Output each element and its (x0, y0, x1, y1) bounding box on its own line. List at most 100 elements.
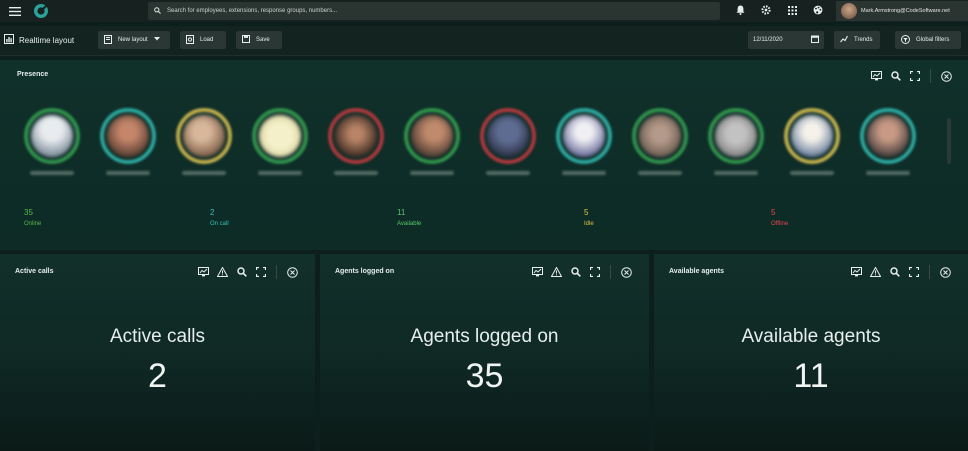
app-logo-icon[interactable] (30, 2, 52, 20)
agent-avatar[interactable] (402, 108, 462, 183)
agent-avatar[interactable] (250, 108, 310, 183)
top-bar: Search for employees, extensions, respon… (0, 0, 968, 22)
stat-label: Idle (584, 221, 594, 227)
stat-offline: 5 Offline (771, 208, 788, 227)
gear-icon[interactable] (761, 4, 771, 16)
save-button[interactable]: Save (236, 31, 282, 49)
load-label: Load (200, 37, 214, 43)
agent-avatar[interactable] (630, 108, 690, 183)
agents-logged-on-card: Agents logged on Agents logged on 35 (320, 254, 649, 451)
divider (276, 265, 277, 279)
close-icon[interactable] (621, 266, 632, 278)
stat-online: 35 Online (24, 208, 41, 227)
stat-available: 11 Available (397, 208, 421, 227)
agent-avatar[interactable] (478, 108, 538, 183)
bar-chart-icon (4, 34, 14, 46)
warning-icon[interactable] (870, 267, 881, 278)
metric-value: 2 (148, 357, 167, 395)
global-filters-button[interactable]: Global filters (895, 31, 961, 49)
chart-settings-icon[interactable] (871, 71, 882, 82)
agent-avatar[interactable] (554, 108, 614, 183)
agent-avatar[interactable] (858, 108, 918, 183)
new-layout-dropdown[interactable]: New layout (98, 31, 170, 49)
search-placeholder: Search for employees, extensions, respon… (167, 8, 338, 14)
close-icon[interactable] (941, 70, 952, 82)
layout-toolbar: Realtime layout New layout Load Save 12/… (0, 26, 968, 56)
fullscreen-icon[interactable] (589, 267, 600, 278)
new-layout-label: New layout (118, 37, 148, 43)
trends-label: Trends (854, 37, 873, 43)
agent-avatar[interactable] (326, 108, 386, 183)
metric-value: 11 (793, 357, 829, 395)
bell-icon[interactable] (735, 4, 745, 16)
stat-label: Available (397, 221, 422, 227)
agent-avatar[interactable] (22, 108, 82, 183)
layout-title-text: Realtime layout (19, 35, 75, 45)
active-calls-card: Active calls Active calls 2 (0, 254, 315, 451)
search-icon[interactable] (236, 267, 247, 278)
close-icon[interactable] (940, 266, 951, 278)
fullscreen-icon[interactable] (909, 71, 920, 82)
metric-label: Agents logged on (410, 326, 559, 347)
chart-settings-icon[interactable] (532, 267, 543, 278)
stat-on-call: 2 On call (210, 208, 229, 227)
palette-icon[interactable] (813, 4, 823, 16)
trends-icon (840, 35, 848, 45)
load-icon (186, 34, 194, 46)
metric-value: 35 (465, 357, 504, 395)
save-icon (242, 35, 250, 45)
stat-value: 5 (771, 208, 776, 217)
chart-settings-icon[interactable] (198, 267, 209, 278)
hamburger-menu-icon[interactable] (0, 0, 30, 22)
calendar-icon[interactable] (811, 35, 819, 45)
date-value: 12/11/2020 (753, 37, 783, 43)
fullscreen-icon[interactable] (908, 267, 919, 278)
fullscreen-icon[interactable] (255, 267, 266, 278)
search-icon[interactable] (570, 267, 581, 278)
stat-value: 5 (584, 208, 589, 217)
warning-icon[interactable] (551, 267, 562, 278)
metric-label: Active calls (109, 326, 206, 347)
presence-panel: Presence 35 Online 2 On call 11 Availabl… (0, 60, 968, 250)
agent-avatar[interactable] (98, 108, 158, 183)
agent-avatar[interactable] (174, 108, 234, 183)
close-icon[interactable] (287, 266, 298, 278)
card-title: Agents logged on (335, 268, 395, 275)
divider (610, 265, 611, 279)
agent-avatar[interactable] (706, 108, 766, 183)
stat-label: On call (210, 221, 229, 227)
caret-down-icon (153, 37, 160, 43)
apps-grid-icon[interactable] (787, 4, 797, 16)
stat-value: 11 (397, 208, 406, 217)
load-button[interactable]: Load (180, 31, 226, 49)
avatar (841, 3, 857, 19)
presence-scrollbar[interactable] (947, 118, 951, 164)
user-email: Mark.Armstrong@CodeSoftware.net (861, 8, 950, 14)
stat-label: Offline (771, 221, 789, 227)
presence-panel-actions (871, 69, 952, 83)
agent-avatar[interactable] (782, 108, 842, 183)
chart-settings-icon[interactable] (851, 267, 862, 278)
stat-value: 35 (24, 208, 33, 217)
divider (930, 69, 931, 83)
stat-value: 2 (210, 208, 215, 217)
card-title: Available agents (669, 268, 724, 275)
agent-avatar-list (22, 108, 922, 183)
card-actions (532, 265, 632, 279)
search-icon[interactable] (890, 71, 901, 82)
date-picker[interactable]: 12/11/2020 (748, 31, 824, 49)
metric-label: Available agents (741, 326, 881, 347)
available-agents-card: Available agents Available agents 11 (654, 254, 968, 451)
search-icon[interactable] (889, 267, 900, 278)
global-filters-label: Global filters (916, 37, 950, 43)
search-input[interactable]: Search for employees, extensions, respon… (148, 2, 720, 20)
search-icon (154, 6, 161, 16)
warning-icon[interactable] (217, 267, 228, 278)
card-actions (198, 265, 298, 279)
divider (929, 265, 930, 279)
stat-label: Online (24, 221, 42, 227)
trends-button[interactable]: Trends (834, 31, 880, 49)
user-menu[interactable]: Mark.Armstrong@CodeSoftware.net (836, 1, 968, 21)
layout-title: Realtime layout (4, 34, 74, 46)
stat-idle: 5 Idle (584, 208, 594, 227)
